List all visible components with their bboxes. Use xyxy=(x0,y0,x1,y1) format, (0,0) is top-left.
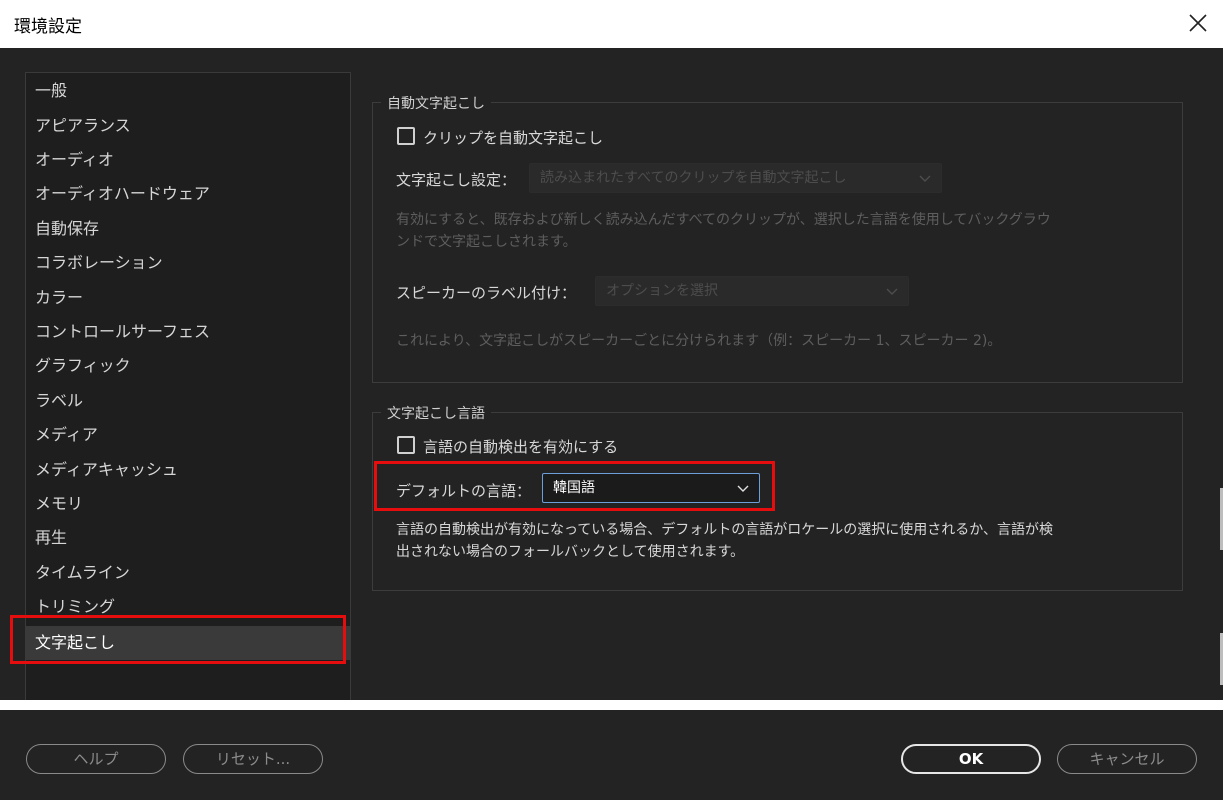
chevron-down-icon xyxy=(919,175,931,182)
speaker-labeling-dropdown[interactable]: オプションを選択 xyxy=(595,276,909,306)
sidebar-item-label: トリミング xyxy=(35,597,116,616)
preferences-content: 一般 アピアランス オーディオ オーディオハードウェア 自動保存 コラボレーショ… xyxy=(0,48,1223,700)
preferences-sidebar: 一般 アピアランス オーディオ オーディオハードウェア 自動保存 コラボレーショ… xyxy=(25,72,351,700)
sidebar-item-trimming[interactable]: トリミング xyxy=(26,591,350,623)
sidebar-item-label: 文字起こし xyxy=(35,633,116,652)
sidebar-item-label: オーディオハードウェア xyxy=(35,184,210,203)
sidebar-item-timeline[interactable]: タイムライン xyxy=(26,557,350,589)
sidebar-item-control-surface[interactable]: コントロールサーフェス xyxy=(26,316,350,348)
transcription-setting-value: 読み込まれたすべてのクリップを自動文字起こし xyxy=(540,170,847,186)
transcription-language-legend: 文字起こし言語 xyxy=(381,403,491,423)
sidebar-item-label: オーディオ xyxy=(35,150,114,169)
sidebar-item-memory[interactable]: メモリ xyxy=(26,488,350,520)
sidebar-item-label: メディアキャッシュ xyxy=(35,460,178,479)
sidebar-item-label: メモリ xyxy=(35,494,84,513)
cancel-button[interactable]: キャンセル xyxy=(1057,744,1197,774)
sidebar-item-audio[interactable]: オーディオ xyxy=(26,144,350,176)
sidebar-item-transcription[interactable]: 文字起こし xyxy=(26,626,350,660)
auto-transcribe-checkbox-label: クリップを自動文字起こし xyxy=(423,129,604,147)
sidebar-item-general[interactable]: 一般 xyxy=(26,75,350,107)
window-title: 環境設定 xyxy=(14,17,82,37)
sidebar-item-label: 再生 xyxy=(35,528,68,547)
auto-detect-language-label: 言語の自動検出を有効にする xyxy=(423,438,619,456)
auto-transcription-description: 有効にすると、既存および新しく読み込んだすべてのクリップが、選択した言語を使用し… xyxy=(396,212,1051,250)
sidebar-item-label: 一般 xyxy=(35,81,68,100)
chevron-down-icon xyxy=(737,485,749,492)
sidebar-item-label: コラボレーション xyxy=(35,253,163,272)
transcription-setting-dropdown[interactable]: 読み込まれたすべてのクリップを自動文字起こし xyxy=(529,163,942,193)
speaker-labeling-label: スピーカーのラベル付け： xyxy=(396,284,577,302)
sidebar-item-auto-save[interactable]: 自動保存 xyxy=(26,213,350,245)
reset-button[interactable]: リセット... xyxy=(183,744,323,774)
ok-button[interactable]: OK xyxy=(901,744,1041,774)
speaker-labeling-value: オプションを選択 xyxy=(606,283,718,299)
transcription-setting-label: 文字起こし設定： xyxy=(396,171,517,189)
sidebar-item-media-cache[interactable]: メディアキャッシュ xyxy=(26,454,350,486)
dialog-footer: ヘルプ リセット... OK キャンセル xyxy=(0,710,1223,800)
title-bar: 環境設定 xyxy=(0,0,1223,48)
auto-transcription-legend: 自動文字起こし xyxy=(381,93,491,113)
default-language-dropdown[interactable]: 韓国語 xyxy=(542,473,760,503)
sidebar-item-playback[interactable]: 再生 xyxy=(26,522,350,554)
sidebar-item-labels[interactable]: ラベル xyxy=(26,385,350,417)
sidebar-item-label: メディア xyxy=(35,425,98,444)
sidebar-item-label: 自動保存 xyxy=(35,219,100,238)
default-language-value: 韓国語 xyxy=(553,480,595,496)
auto-detect-language-checkbox[interactable] xyxy=(397,436,415,454)
close-button[interactable] xyxy=(1183,8,1213,38)
default-language-label: デフォルトの言語： xyxy=(396,482,532,500)
sidebar-item-label: コントロールサーフェス xyxy=(35,322,211,341)
sidebar-item-label: タイムライン xyxy=(35,563,130,582)
sidebar-item-appearance[interactable]: アピアランス xyxy=(26,110,350,142)
sidebar-item-label: アピアランス xyxy=(35,116,131,135)
sidebar-item-label: ラベル xyxy=(35,391,84,410)
sidebar-item-graphics[interactable]: グラフィック xyxy=(26,350,350,382)
close-icon xyxy=(1189,14,1207,32)
sidebar-item-audio-hardware[interactable]: オーディオハードウェア xyxy=(26,178,350,210)
sidebar-item-color[interactable]: カラー xyxy=(26,282,350,314)
sidebar-item-label: グラフィック xyxy=(35,356,131,375)
sidebar-item-collaboration[interactable]: コラボレーション xyxy=(26,247,350,279)
sidebar-item-media[interactable]: メディア xyxy=(26,419,350,451)
sidebar-item-label: カラー xyxy=(35,288,84,307)
help-button[interactable]: ヘルプ xyxy=(26,744,166,774)
auto-transcribe-checkbox[interactable] xyxy=(397,127,415,145)
chevron-down-icon xyxy=(886,288,898,295)
speaker-labeling-description: これにより、文字起こしがスピーカーごとに分けられます（例：スピーカー 1、スピー… xyxy=(396,333,1002,349)
transcription-language-description: 言語の自動検出が有効になっている場合、デフォルトの言語がロケールの選択に使用され… xyxy=(396,522,1054,560)
